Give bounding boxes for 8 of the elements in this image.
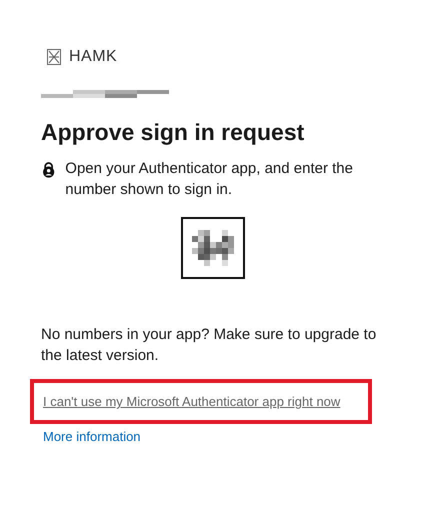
page-title: Approve sign in request — [41, 119, 306, 146]
fallback-link[interactable]: I can't use my Microsoft Authenticator app right now — [43, 394, 340, 409]
logo-icon — [47, 49, 61, 65]
instruction-text: Open your Authenticator app, and enter the number shown to sign in. — [65, 159, 354, 200]
logo-text: HAMK — [69, 48, 118, 66]
info-link[interactable]: More information — [43, 429, 141, 444]
pixelated-number-drawing — [192, 230, 234, 266]
hint-text: No numbers in your app? Make sure to upgrade to the latest version. — [41, 325, 378, 366]
